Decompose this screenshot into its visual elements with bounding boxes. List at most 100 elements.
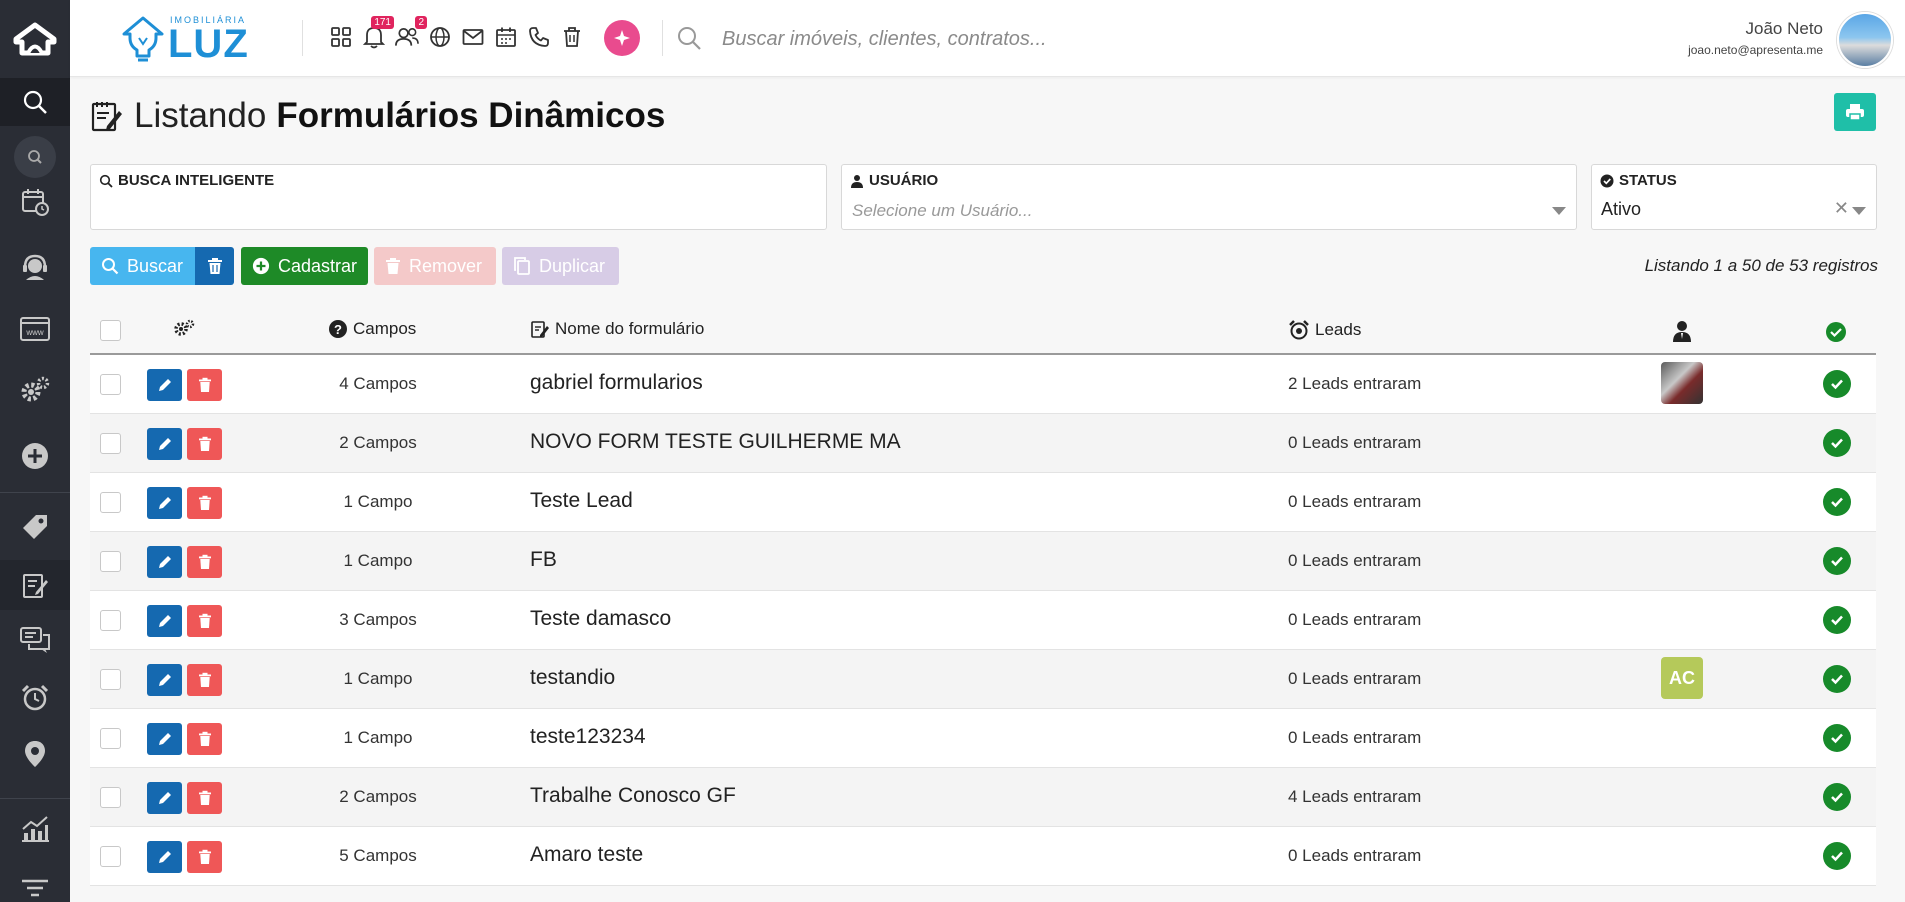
users-icon[interactable]: 2	[394, 16, 427, 52]
edit-button[interactable]	[147, 782, 182, 814]
filter-lines-icon[interactable]	[0, 872, 70, 902]
row-checkbox[interactable]	[100, 433, 121, 454]
global-search-input[interactable]	[720, 22, 1144, 56]
status-active-icon[interactable]	[1823, 842, 1851, 870]
delete-button[interactable]	[187, 369, 222, 401]
status-active-icon[interactable]	[1823, 665, 1851, 693]
form-name[interactable]: Teste damasco	[530, 607, 671, 631]
delete-button[interactable]	[187, 782, 222, 814]
delete-button[interactable]	[187, 723, 222, 755]
duplicate-button[interactable]: Duplicar	[502, 247, 619, 285]
delete-button[interactable]	[187, 487, 222, 519]
row-checkbox[interactable]	[100, 728, 121, 749]
status-active-icon[interactable]	[1823, 724, 1851, 752]
table-row[interactable]: 1 Campo testandio 0 Leads entraram AC	[90, 650, 1876, 709]
form-name[interactable]: FB	[530, 548, 557, 572]
table-row[interactable]: 4 Campos gabriel formularios 2 Leads entra…	[90, 355, 1876, 414]
row-checkbox[interactable]	[100, 846, 121, 867]
add-form-button[interactable]: Cadastrar	[241, 247, 368, 285]
edit-button[interactable]	[147, 428, 182, 460]
edit-button[interactable]	[147, 605, 182, 637]
user-avatar-initials[interactable]: AC	[1661, 657, 1703, 699]
row-checkbox[interactable]	[100, 374, 121, 395]
select-all-checkbox[interactable]	[100, 320, 121, 341]
delete-button[interactable]	[187, 546, 222, 578]
edit-button[interactable]	[147, 841, 182, 873]
row-checkbox[interactable]	[100, 787, 121, 808]
mail-icon[interactable]	[460, 22, 485, 52]
user-avatar[interactable]	[1661, 362, 1703, 404]
map-pin-icon[interactable]	[0, 732, 70, 776]
edit-button[interactable]	[147, 546, 182, 578]
smart-search-input[interactable]	[99, 198, 765, 226]
settings-gears-icon[interactable]	[0, 368, 70, 412]
sidebar-quick-search-button[interactable]	[0, 136, 70, 178]
edit-button[interactable]	[147, 487, 182, 519]
form-name[interactable]: Trabalhe Conosco GF	[530, 784, 736, 808]
status-active-icon[interactable]	[1823, 783, 1851, 811]
calendar-clock-icon[interactable]	[0, 180, 70, 224]
sidebar-search-icon[interactable]	[0, 78, 70, 126]
table-row[interactable]: 3 Campos Teste damasco 0 Leads entraram	[90, 591, 1876, 650]
chevron-down-icon[interactable]	[1552, 207, 1566, 215]
status-filter[interactable]: STATUS Ativo ✕	[1591, 164, 1877, 230]
status-active-icon[interactable]	[1823, 429, 1851, 457]
print-button[interactable]	[1834, 93, 1876, 131]
edit-button[interactable]	[147, 369, 182, 401]
edit-button[interactable]	[147, 664, 182, 696]
globe-icon[interactable]	[427, 22, 452, 52]
table-row[interactable]: 2 Campos NOVO FORM TESTE GUILHERME MA 0 Le…	[90, 414, 1876, 473]
row-checkbox[interactable]	[100, 492, 121, 513]
status-active-icon[interactable]	[1823, 488, 1851, 516]
phone-icon[interactable]	[526, 22, 551, 52]
chat-icon[interactable]	[0, 618, 70, 662]
user-filter[interactable]: USUÁRIO Selecione um Usuário...	[841, 164, 1577, 230]
header-leads[interactable]: Leads	[1288, 319, 1361, 341]
table-row[interactable]: 5 Campos Amaro teste 0 Leads entraram	[90, 827, 1876, 886]
table-row[interactable]: 1 Campo FB 0 Leads entraram	[90, 532, 1876, 591]
row-checkbox[interactable]	[100, 669, 121, 690]
edit-button[interactable]	[147, 723, 182, 755]
add-circle-icon[interactable]	[0, 434, 70, 478]
delete-button[interactable]	[187, 428, 222, 460]
clear-icon[interactable]: ✕	[1834, 198, 1849, 219]
chevron-down-icon[interactable]	[1852, 207, 1866, 215]
status-active-icon[interactable]	[1823, 370, 1851, 398]
form-name[interactable]: Teste Lead	[530, 489, 633, 513]
support-agent-icon[interactable]	[0, 245, 70, 289]
delete-button[interactable]	[187, 664, 222, 696]
table-row[interactable]: 1 Campo Teste Lead 0 Leads entraram	[90, 473, 1876, 532]
brand-logo[interactable]: IMOBILIÁRIA LUZ	[120, 10, 280, 66]
alarm-clock-icon[interactable]	[0, 676, 70, 720]
remove-button[interactable]: Remover	[374, 247, 496, 285]
forms-icon[interactable]	[0, 560, 70, 610]
magic-button[interactable]	[604, 20, 640, 56]
row-checkbox[interactable]	[100, 610, 121, 631]
table-row[interactable]: 1 Campo teste123234 0 Leads entraram	[90, 709, 1876, 768]
form-name[interactable]: Amaro teste	[530, 843, 643, 867]
header-campos[interactable]: ? Campos	[328, 319, 416, 339]
user-avatar[interactable]	[1837, 12, 1893, 68]
delete-button[interactable]	[187, 841, 222, 873]
header-nome[interactable]: Nome do formulário	[530, 319, 704, 339]
chart-growth-icon[interactable]	[0, 807, 70, 851]
table-row[interactable]: 2 Campos Trabalhe Conosco GF 4 Leads entra…	[90, 768, 1876, 827]
form-name[interactable]: teste123234	[530, 725, 646, 749]
clear-filters-button[interactable]	[195, 247, 234, 285]
home-icon[interactable]	[0, 0, 70, 78]
delete-button[interactable]	[187, 605, 222, 637]
tag-icon[interactable]	[0, 505, 70, 549]
row-checkbox[interactable]	[100, 551, 121, 572]
notifications-bell-icon[interactable]: 171	[361, 16, 394, 52]
calendar-icon[interactable]	[493, 22, 518, 52]
status-active-icon[interactable]	[1823, 547, 1851, 575]
form-name[interactable]: testandio	[530, 666, 615, 690]
trash-icon	[198, 436, 212, 452]
search-button[interactable]: Buscar	[90, 247, 195, 285]
status-active-icon[interactable]	[1823, 606, 1851, 634]
website-icon[interactable]: www	[0, 307, 70, 351]
form-name[interactable]: gabriel formularios	[530, 371, 703, 395]
trash-icon[interactable]	[559, 22, 584, 52]
apps-grid-icon[interactable]	[328, 22, 353, 52]
form-name[interactable]: NOVO FORM TESTE GUILHERME MA	[530, 430, 901, 454]
